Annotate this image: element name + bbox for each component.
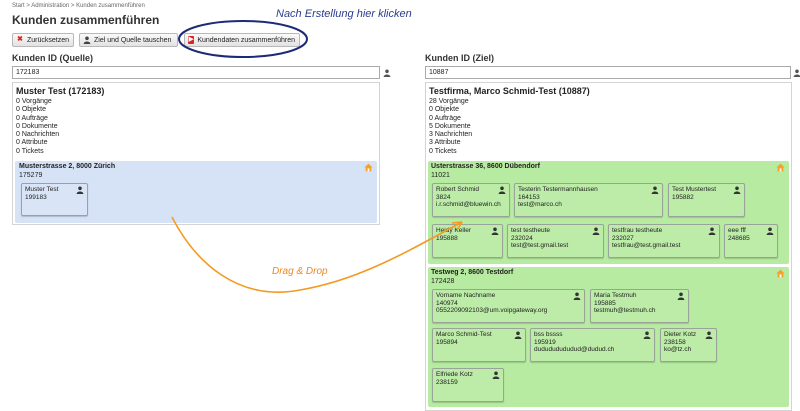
drag-drop-label: Drag & Drop [272,266,328,277]
annotation-ellipse [178,20,308,58]
annotation-overlay [171,20,463,293]
drag-arrow [171,216,463,293]
